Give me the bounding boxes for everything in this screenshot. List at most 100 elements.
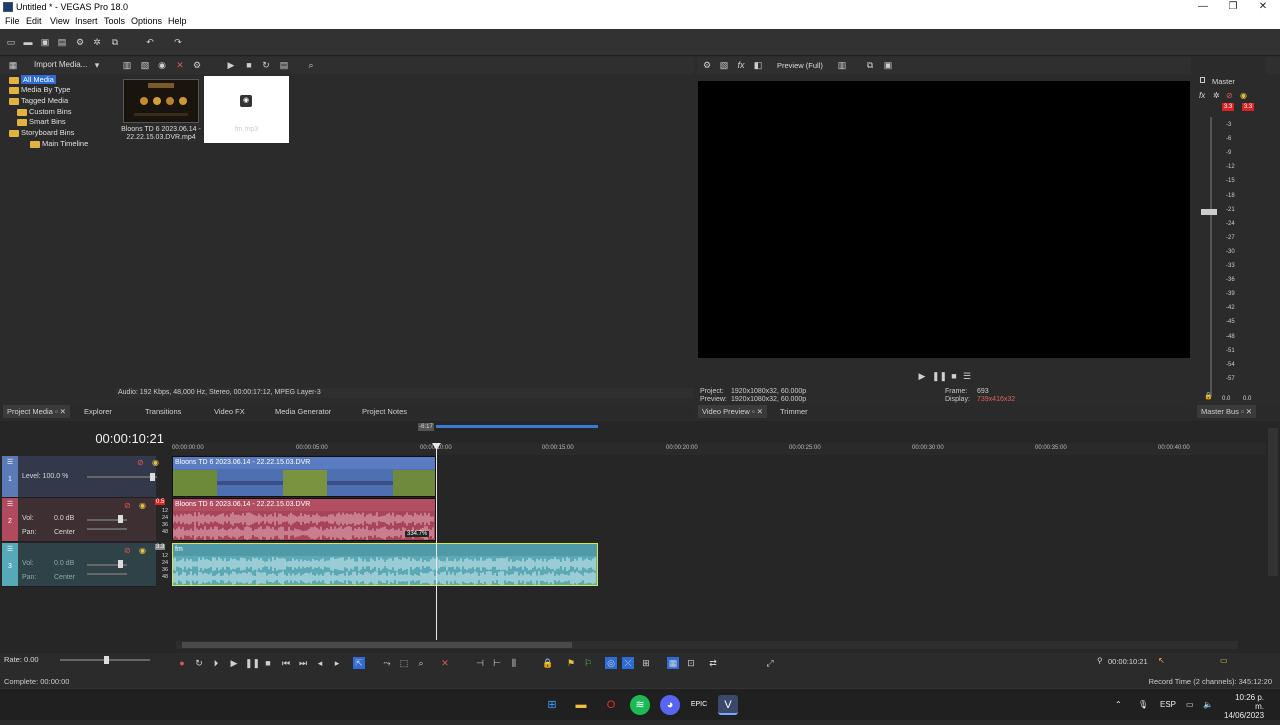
- gear-icon[interactable]: ⚙: [702, 60, 712, 70]
- playhead-cursor[interactable]: [436, 445, 437, 640]
- mute-icon[interactable]: ⊘: [124, 501, 131, 510]
- fx-icon[interactable]: fx: [736, 60, 746, 70]
- tab-project-notes[interactable]: Project Notes: [362, 405, 407, 418]
- mute-icon[interactable]: ⊘: [1226, 91, 1233, 100]
- volume-slider-handle[interactable]: [118, 515, 123, 523]
- media-item-audio[interactable]: ◉ fm.mp3: [204, 76, 289, 143]
- lock-icon[interactable]: 🔒: [542, 657, 554, 669]
- capture-icon[interactable]: ▥: [122, 60, 132, 70]
- auto-preview-icon[interactable]: ↻: [261, 60, 271, 70]
- automation-icon[interactable]: ✲: [1213, 91, 1220, 100]
- fx-icon[interactable]: fx: [1199, 91, 1205, 100]
- volume-slider-handle[interactable]: [118, 560, 123, 568]
- display-icon[interactable]: ▭: [1186, 689, 1194, 721]
- solo-icon[interactable]: ◉: [139, 546, 146, 555]
- language-indicator[interactable]: ESP: [1160, 689, 1176, 721]
- tree-item-storyboard-bins[interactable]: Storyboard Bins: [9, 128, 74, 138]
- vertical-scrollbar[interactable]: [1268, 428, 1278, 576]
- tree-item-all-media[interactable]: All Media: [9, 75, 56, 85]
- snapping-icon[interactable]: ⊞: [640, 657, 652, 669]
- maximize-button[interactable]: ❐: [1218, 0, 1248, 15]
- play-preview-icon[interactable]: ▶: [226, 60, 236, 70]
- trim-start-icon[interactable]: ⊣: [474, 657, 486, 669]
- extract-audio-icon[interactable]: ◉: [157, 60, 167, 70]
- zoom-tool-icon[interactable]: ⌕: [415, 657, 427, 669]
- music-clip[interactable]: fm: [172, 543, 598, 586]
- solo-icon[interactable]: ◉: [152, 458, 159, 467]
- pause-icon[interactable]: ❚❚: [932, 370, 947, 382]
- tab-explorer[interactable]: Explorer: [84, 405, 112, 418]
- video-clip[interactable]: Bloons TD 6 2023.06.14 - 22.22.15.03.DVR: [172, 456, 436, 497]
- go-to-end-icon[interactable]: ⏭: [297, 657, 309, 669]
- clock[interactable]: 10:26 p. m. 14/06/2023: [1224, 693, 1264, 725]
- tree-item-media-by-type[interactable]: Media By Type: [9, 85, 70, 95]
- scroll-thumb[interactable]: [182, 642, 572, 648]
- menu-edit[interactable]: Edit: [26, 16, 42, 26]
- tree-item-main-timeline[interactable]: Main Timeline: [30, 139, 88, 149]
- envelope-tool-icon[interactable]: ⤳: [381, 657, 393, 669]
- stop-icon[interactable]: ■: [948, 370, 960, 382]
- chevron-down-icon[interactable]: ▾: [92, 60, 102, 70]
- save-snapshot-icon[interactable]: ▣: [883, 60, 893, 70]
- copy-snapshot-icon[interactable]: ⧉: [865, 60, 875, 70]
- spotify-icon[interactable]: ≋: [630, 695, 650, 715]
- redo-icon[interactable]: ↷: [173, 37, 183, 47]
- external-monitor-icon[interactable]: ▧: [719, 60, 729, 70]
- windows-start-icon[interactable]: ⊞: [542, 695, 562, 715]
- mute-icon[interactable]: ⊘: [137, 458, 144, 467]
- tree-item-custom-bins[interactable]: Custom Bins: [17, 107, 72, 117]
- trim-end-icon[interactable]: ⊢: [491, 657, 503, 669]
- media-settings-icon[interactable]: ⚙: [192, 60, 202, 70]
- views-icon[interactable]: ▤: [279, 60, 289, 70]
- menu-tools[interactable]: Tools: [104, 16, 125, 26]
- marker-icon[interactable]: ⚑: [565, 657, 577, 669]
- expand-icon[interactable]: ⤢: [764, 657, 776, 669]
- solo-icon[interactable]: ◉: [139, 501, 146, 510]
- next-frame-icon[interactable]: ▸: [331, 657, 343, 669]
- open-folder-icon[interactable]: ▬: [23, 37, 33, 47]
- properties-icon[interactable]: ⚙: [75, 37, 85, 47]
- menu-options[interactable]: Options: [131, 16, 162, 26]
- search-icon[interactable]: ⌕: [306, 60, 316, 70]
- preview-quality-dropdown[interactable]: Preview (Full): [777, 61, 823, 70]
- save-as-icon[interactable]: ▤: [57, 37, 67, 47]
- lock-icon[interactable]: 🔒: [1204, 392, 1213, 400]
- discord-icon[interactable]: ◕: [660, 695, 680, 715]
- prev-frame-icon[interactable]: ◂: [314, 657, 326, 669]
- render-icon[interactable]: ✲: [92, 37, 102, 47]
- overlays-icon[interactable]: ▥: [837, 60, 847, 70]
- save-icon[interactable]: ▣: [40, 37, 50, 47]
- solo-icon[interactable]: ◉: [1240, 91, 1247, 100]
- delete-icon[interactable]: ✕: [439, 657, 451, 669]
- menu-view[interactable]: View: [50, 16, 69, 26]
- tab-master-bus[interactable]: Master Bus ▫ ✕: [1197, 405, 1257, 418]
- track-header-audio[interactable]: ☰ 2 ⊘ ◉ 0.5 Vol: 0.0 dB Pan: Center 12 24 3…: [2, 498, 168, 542]
- master-fader-handle[interactable]: [1201, 209, 1217, 215]
- ripple-edit-icon[interactable]: ◎: [605, 657, 617, 669]
- grid-icon[interactable]: ▦: [667, 657, 679, 669]
- file-explorer-icon[interactable]: ▬: [571, 695, 591, 715]
- tab-project-media[interactable]: Project Media ▫ ✕: [3, 405, 70, 418]
- pan-slider[interactable]: [87, 573, 127, 575]
- selection-tool-icon[interactable]: ⬚: [398, 657, 410, 669]
- sync-icon[interactable]: ⇄: [707, 657, 719, 669]
- go-to-start-icon[interactable]: ⏮: [280, 657, 292, 669]
- pan-slider[interactable]: [87, 528, 127, 530]
- auto-crossfade-icon[interactable]: ⤫: [622, 657, 634, 669]
- undo-icon[interactable]: ↶: [145, 37, 155, 47]
- play-icon[interactable]: ▶: [228, 657, 240, 669]
- region-icon[interactable]: ⚐: [582, 657, 594, 669]
- tab-video-fx[interactable]: Video FX: [214, 405, 245, 418]
- menu-insert[interactable]: Insert: [75, 16, 98, 26]
- menu-help[interactable]: Help: [168, 16, 187, 26]
- menu-icon[interactable]: ☰: [961, 370, 973, 382]
- split-icon[interactable]: ⫼: [508, 657, 520, 669]
- tree-item-tagged-media[interactable]: Tagged Media: [9, 96, 68, 106]
- master-checkbox[interactable]: [1200, 77, 1205, 83]
- play-from-start-icon[interactable]: ⏵: [210, 657, 222, 669]
- event-pan-icon[interactable]: ⊡: [685, 657, 697, 669]
- chevron-up-icon[interactable]: ⌃: [1115, 689, 1122, 721]
- record-icon[interactable]: ●: [176, 657, 188, 669]
- audio-clip[interactable]: Bloons TD 6 2023.06.14 - 22.22.15.03.DVR…: [172, 498, 436, 541]
- mute-icon[interactable]: ⊘: [124, 546, 131, 555]
